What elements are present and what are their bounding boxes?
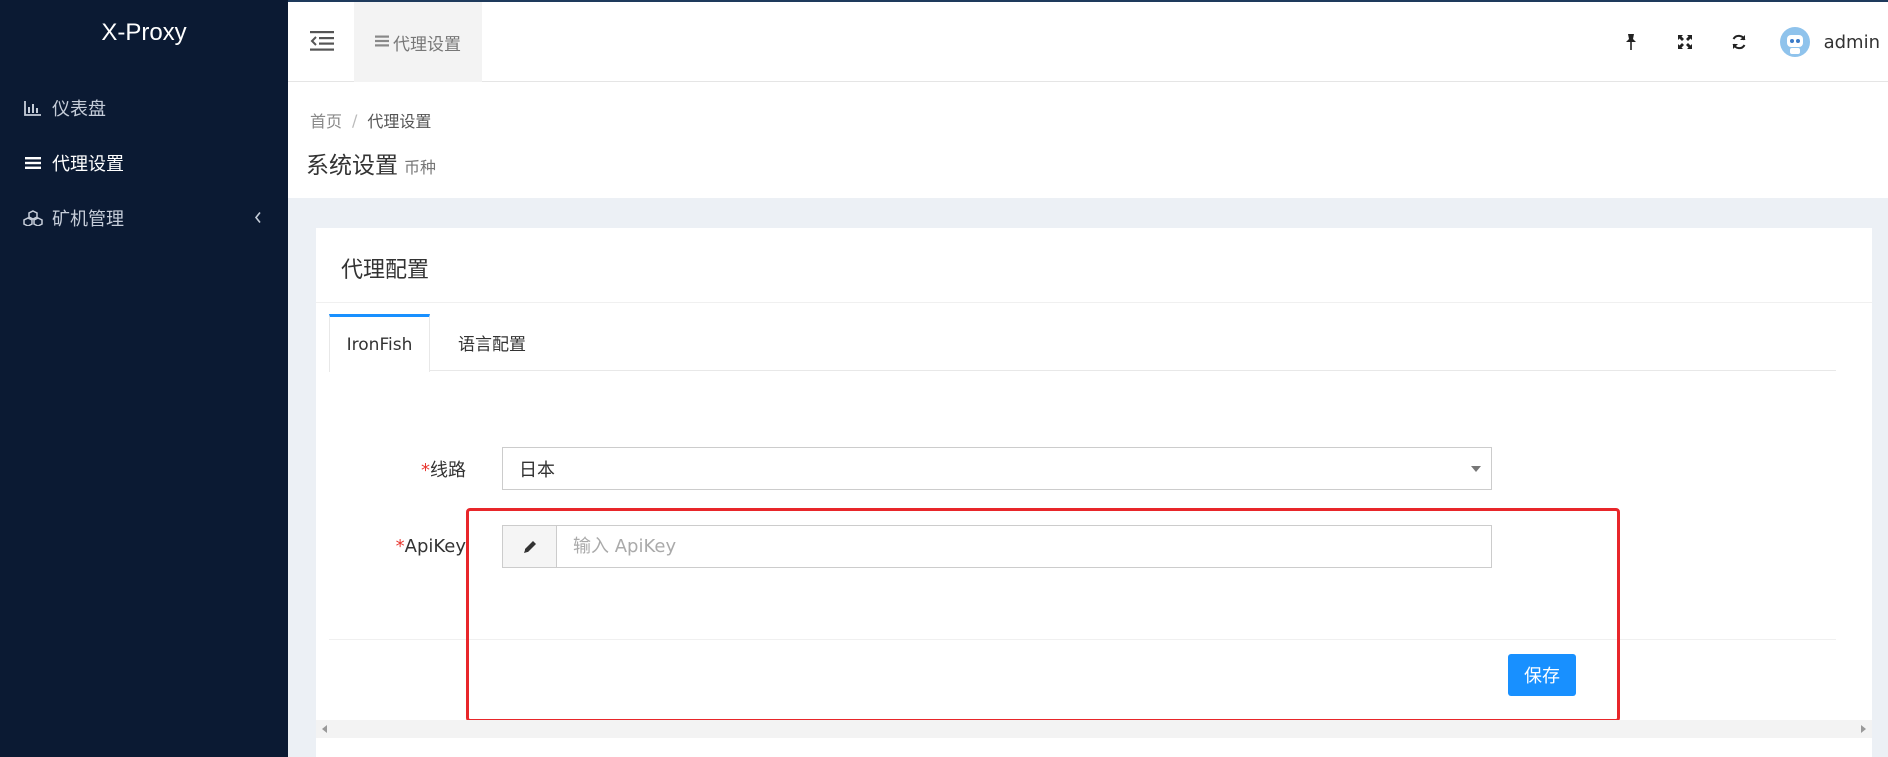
sidebar-item-label: 代理设置 <box>52 153 124 175</box>
breadcrumb-current: 代理设置 <box>367 112 432 131</box>
breadcrumb-separator: / <box>352 110 358 130</box>
horizontal-scrollbar[interactable] <box>316 720 1872 738</box>
page-title: 系统设置 币种 <box>306 146 436 180</box>
route-select[interactable]: 日本 <box>502 447 1492 490</box>
tab-proxy-settings[interactable]: 代理设置 <box>354 2 482 82</box>
chevron-left-icon <box>254 207 262 228</box>
caret-down-icon <box>1471 466 1481 472</box>
config-tabs: IronFish 语言配置 <box>329 314 1836 372</box>
sidebar-item-label: 矿机管理 <box>52 208 124 230</box>
avatar <box>1779 27 1810 57</box>
sidebar-item-label: 仪表盘 <box>52 98 106 120</box>
topbar-actions: admin <box>1604 2 1888 82</box>
content-header: 首页 / 代理设置 系统设置 币种 <box>288 82 1888 198</box>
route-row: *线路 日本 <box>342 447 1492 490</box>
scroll-right-arrow-icon[interactable] <box>1861 725 1866 733</box>
tab-language-config[interactable]: 语言配置 <box>430 314 554 371</box>
apikey-label: *ApiKey <box>395 536 466 557</box>
page-title-text: 系统设置 <box>306 153 398 179</box>
menu-lines-icon <box>22 154 44 172</box>
refresh-icon[interactable] <box>1712 2 1766 82</box>
sidebar-toggle-icon[interactable] <box>310 30 336 54</box>
apikey-input[interactable] <box>557 526 1491 567</box>
breadcrumb: 首页 / 代理设置 <box>310 108 431 132</box>
topbar: 代理设置 admin <box>288 0 1888 82</box>
pencil-icon <box>503 526 557 567</box>
user-menu[interactable]: admin <box>1779 27 1888 57</box>
panel-title: 代理配置 <box>341 258 430 283</box>
apikey-input-group <box>502 525 1492 568</box>
tab-label: 代理设置 <box>393 34 461 55</box>
app-logo[interactable]: X-Proxy <box>0 0 288 66</box>
scroll-left-arrow-icon[interactable] <box>322 725 327 733</box>
page-subtitle: 币种 <box>404 158 437 177</box>
menu-lines-icon <box>375 32 389 52</box>
apikey-row: *ApiKey <box>342 525 1492 568</box>
breadcrumb-home[interactable]: 首页 <box>310 108 342 132</box>
sidebar-item-miner-management[interactable]: 矿机管理 <box>0 190 288 245</box>
tab-ironfish[interactable]: IronFish <box>329 314 430 372</box>
bar-chart-icon <box>22 99 44 117</box>
route-label: *线路 <box>421 459 466 481</box>
route-selected-value: 日本 <box>519 459 555 481</box>
divider <box>329 639 1836 640</box>
fullscreen-icon[interactable] <box>1658 2 1712 82</box>
sidebar-item-dashboard[interactable]: 仪表盘 <box>0 80 288 135</box>
sidebar-item-proxy-settings[interactable]: 代理设置 <box>0 135 288 190</box>
proxy-config-panel: 代理配置 IronFish 语言配置 *线路 日本 *ApiKey 保存 <box>316 228 1872 757</box>
sidebar: X-Proxy 仪表盘 代理设置 矿机管理 <box>0 0 288 757</box>
sidebar-nav: 仪表盘 代理设置 矿机管理 <box>0 80 288 245</box>
username: admin <box>1823 31 1880 53</box>
pin-icon[interactable] <box>1604 2 1658 82</box>
save-button[interactable]: 保存 <box>1508 654 1576 696</box>
cubes-icon <box>22 209 44 227</box>
divider <box>316 302 1872 303</box>
